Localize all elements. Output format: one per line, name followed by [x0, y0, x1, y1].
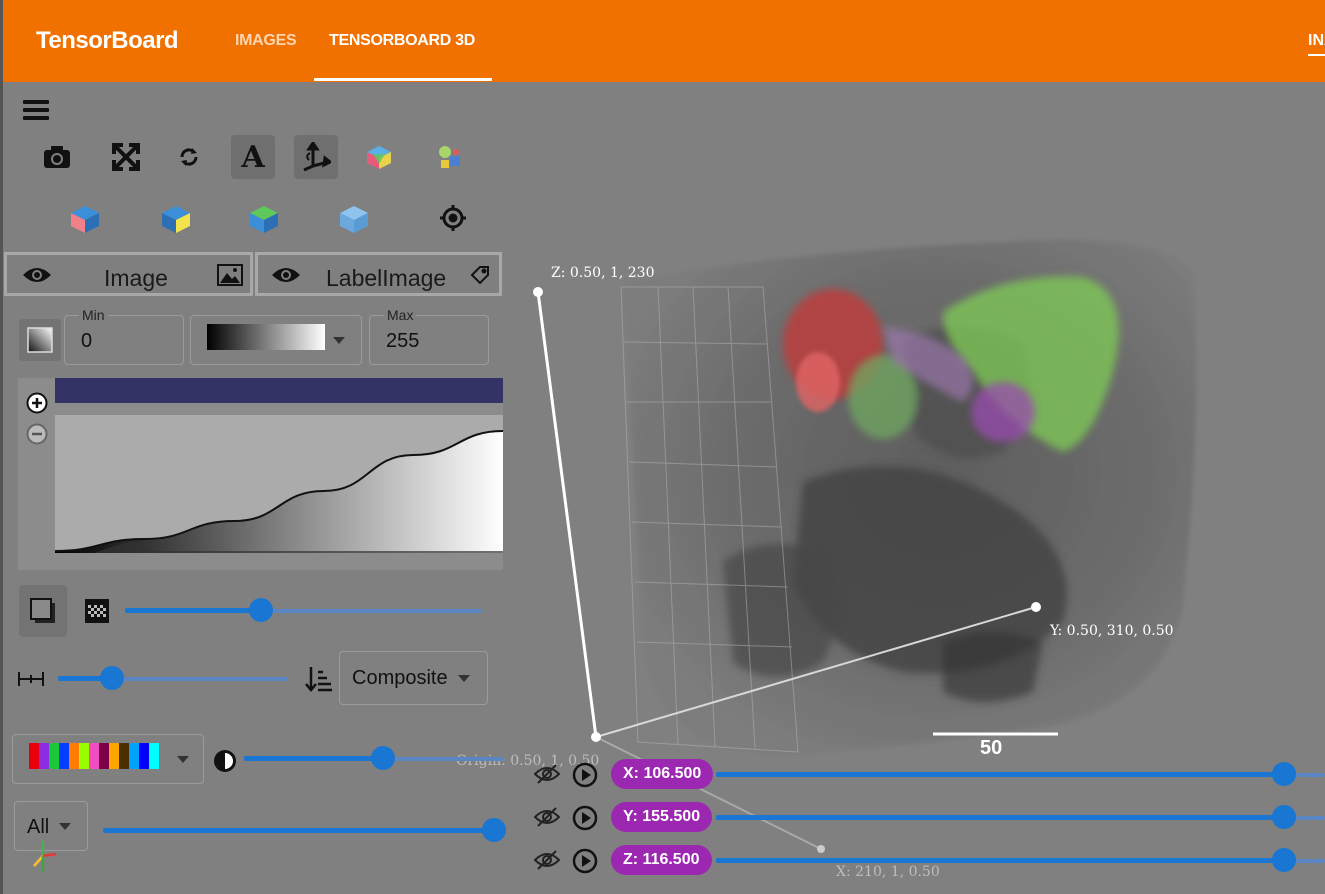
grayscale-preset-icon[interactable] — [19, 319, 61, 361]
slice-position-label: Z: 116.500 — [611, 845, 712, 875]
eye-icon[interactable] — [21, 263, 53, 287]
app-title: TensorBoard — [36, 27, 179, 54]
rotate-icon[interactable] — [170, 138, 208, 176]
max-value[interactable]: 255 — [386, 330, 419, 353]
sample-distance-icon — [17, 668, 45, 690]
palette-swatch — [99, 743, 109, 769]
slider-thumb[interactable] — [249, 598, 273, 622]
tab-overflow[interactable]: INA — [1308, 32, 1325, 56]
slice-slider-fill — [716, 772, 1284, 777]
palette-swatch — [49, 743, 59, 769]
cube-green-face-icon[interactable] — [245, 200, 283, 238]
shadow-toggle-icon[interactable] — [19, 585, 67, 637]
slice-position-label: Y: 155.500 — [611, 802, 713, 832]
slice-slider-thumb[interactable] — [1272, 805, 1296, 829]
visibility-off-icon[interactable] — [533, 805, 561, 829]
palette-swatch — [109, 743, 119, 769]
opacity-curve-plot[interactable] — [55, 415, 503, 553]
max-label: Max — [384, 307, 417, 323]
slice-slider-fill — [716, 815, 1284, 820]
app-header: TensorBoard IMAGES TENSORBOARD 3D INA — [0, 0, 1325, 82]
play-icon[interactable] — [571, 847, 599, 875]
palette-swatch — [89, 743, 99, 769]
camera-icon[interactable] — [38, 138, 76, 176]
chevron-down-icon — [458, 675, 470, 682]
slice-position-label: X: 106.500 — [611, 759, 714, 789]
cube-yellow-face-icon[interactable] — [157, 200, 195, 238]
slice-slider-thumb[interactable] — [1272, 848, 1296, 872]
checkerboard-icon — [84, 598, 110, 624]
blend-mode-value: Composite — [352, 667, 448, 689]
palette-swatch — [29, 743, 39, 769]
fullscreen-icon[interactable] — [107, 138, 145, 176]
colormap-select[interactable] — [190, 315, 362, 365]
eye-icon[interactable] — [270, 263, 302, 287]
orientation-widget-icon — [28, 838, 58, 874]
cube-blue-icon[interactable] — [335, 200, 373, 238]
x-axis-label: X: 210, 1, 0.50 — [836, 864, 940, 880]
visibility-off-icon[interactable] — [533, 762, 561, 786]
active-tab-indicator — [314, 78, 492, 81]
min-value[interactable]: 0 — [81, 330, 92, 353]
axes-icon[interactable] — [294, 135, 338, 179]
label-colormap-select[interactable] — [12, 734, 204, 784]
annotation-text-icon[interactable]: A — [231, 135, 275, 179]
chevron-down-icon — [333, 337, 345, 344]
scale-bar-label: 50 — [980, 737, 1003, 759]
segment-colors-icon[interactable] — [432, 140, 466, 174]
colored-cube-icon[interactable] — [362, 140, 396, 174]
layer-label-labelimage: LabelImage — [326, 265, 447, 291]
palette-swatch — [129, 743, 139, 769]
menu-icon[interactable] — [22, 97, 50, 123]
palette-swatch — [79, 743, 89, 769]
min-field[interactable]: Min 0 — [64, 307, 184, 365]
image-icon — [215, 261, 245, 289]
palette-swatch — [149, 743, 159, 769]
chevron-down-icon — [59, 823, 71, 830]
max-field[interactable]: Max 255 — [369, 307, 489, 365]
sort-icon — [304, 664, 334, 694]
palette-swatch — [139, 743, 149, 769]
blend-mode-select[interactable]: Composite — [339, 651, 488, 705]
zoom-in-icon[interactable] — [25, 391, 49, 415]
tab-images[interactable]: IMAGES — [235, 32, 297, 50]
tag-icon — [468, 263, 492, 287]
z-axis-label: Z: 0.50, 1, 230 — [551, 265, 655, 281]
chevron-down-icon — [177, 756, 189, 763]
layer-tab-labelimage[interactable]: LabelImage — [255, 252, 502, 296]
transfer-function-editor[interactable] — [18, 378, 503, 570]
palette-swatch — [69, 743, 79, 769]
palette-swatch — [39, 743, 49, 769]
slice-slider-thumb[interactable] — [1272, 762, 1296, 786]
cube-red-face-icon[interactable] — [66, 200, 104, 238]
layer-tab-image[interactable]: Image — [4, 252, 253, 296]
tab-tensorboard-3d[interactable]: TENSORBOARD 3D — [329, 32, 475, 50]
colormap-bar — [55, 378, 503, 403]
palette-swatch — [119, 743, 129, 769]
play-icon[interactable] — [571, 804, 599, 832]
label-select-value: All — [27, 816, 50, 838]
slice-slider-fill — [716, 858, 1284, 863]
zoom-out-icon[interactable] — [25, 422, 49, 446]
min-label: Min — [79, 307, 108, 323]
layer-label-image: Image — [104, 265, 168, 291]
target-icon[interactable] — [436, 201, 470, 235]
slider-thumb[interactable] — [100, 666, 124, 690]
palette-swatch — [59, 743, 69, 769]
slider-thumb[interactable] — [482, 818, 506, 842]
colormap-preview — [207, 324, 325, 350]
y-axis-label: Y: 0.50, 310, 0.50 — [1050, 623, 1174, 639]
contrast-icon — [211, 747, 239, 775]
visibility-off-icon[interactable] — [533, 848, 561, 872]
slider-thumb[interactable] — [371, 746, 395, 770]
label-palette-preview — [29, 743, 159, 769]
play-icon[interactable] — [571, 761, 599, 789]
